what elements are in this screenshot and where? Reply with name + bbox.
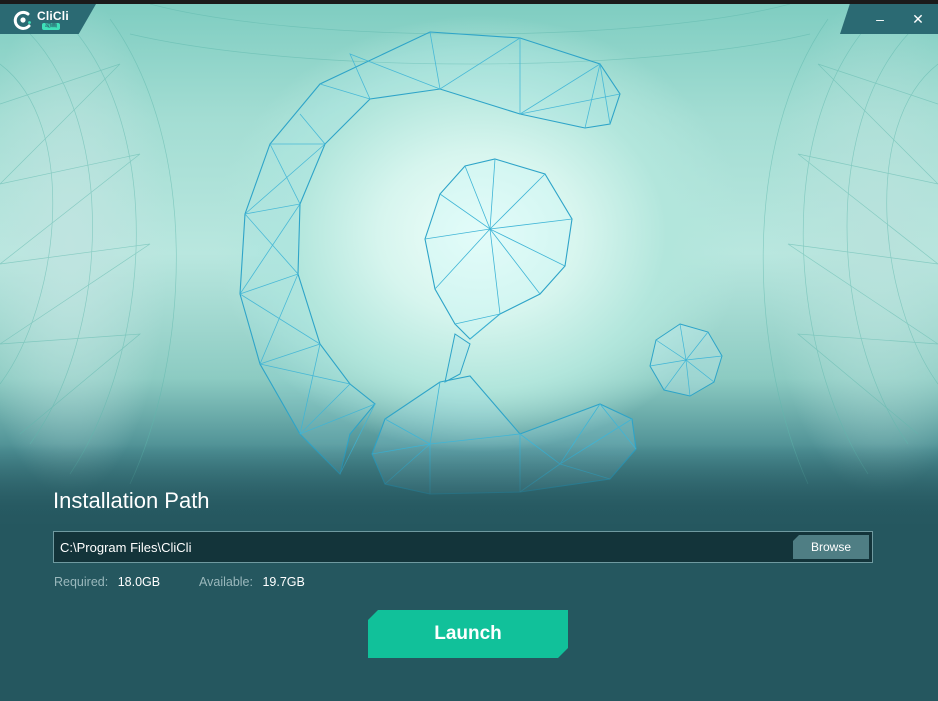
minimize-button[interactable]: –	[870, 9, 890, 29]
close-button[interactable]: ✕	[908, 9, 928, 29]
browse-button[interactable]: Browse	[793, 535, 869, 559]
available-space: Available: 19.7GB	[199, 575, 305, 589]
close-icon: ✕	[912, 11, 924, 27]
required-label: Required:	[54, 575, 109, 589]
installation-path-input[interactable]	[60, 532, 780, 562]
installation-path-box: Browse	[53, 531, 873, 563]
minimize-icon: –	[876, 11, 884, 27]
title-bar[interactable]: CliCli 动画 – ✕	[0, 4, 938, 34]
hero-banner	[0, 4, 938, 534]
available-label: Available:	[199, 575, 253, 589]
required-value: 18.0GB	[117, 575, 161, 589]
logo-badge: 动画	[42, 23, 61, 30]
app-logo-text: CliCli	[37, 9, 69, 23]
launch-button[interactable]: Launch	[368, 610, 568, 658]
available-value: 19.7GB	[262, 575, 305, 589]
installation-path-title: Installation Path	[53, 488, 210, 513]
installer-window: CliCli 动画 – ✕ Installation Path Browse R…	[0, 0, 938, 701]
required-space: Required: 18.0GB	[54, 575, 160, 589]
clicli-logo-icon	[13, 10, 31, 30]
